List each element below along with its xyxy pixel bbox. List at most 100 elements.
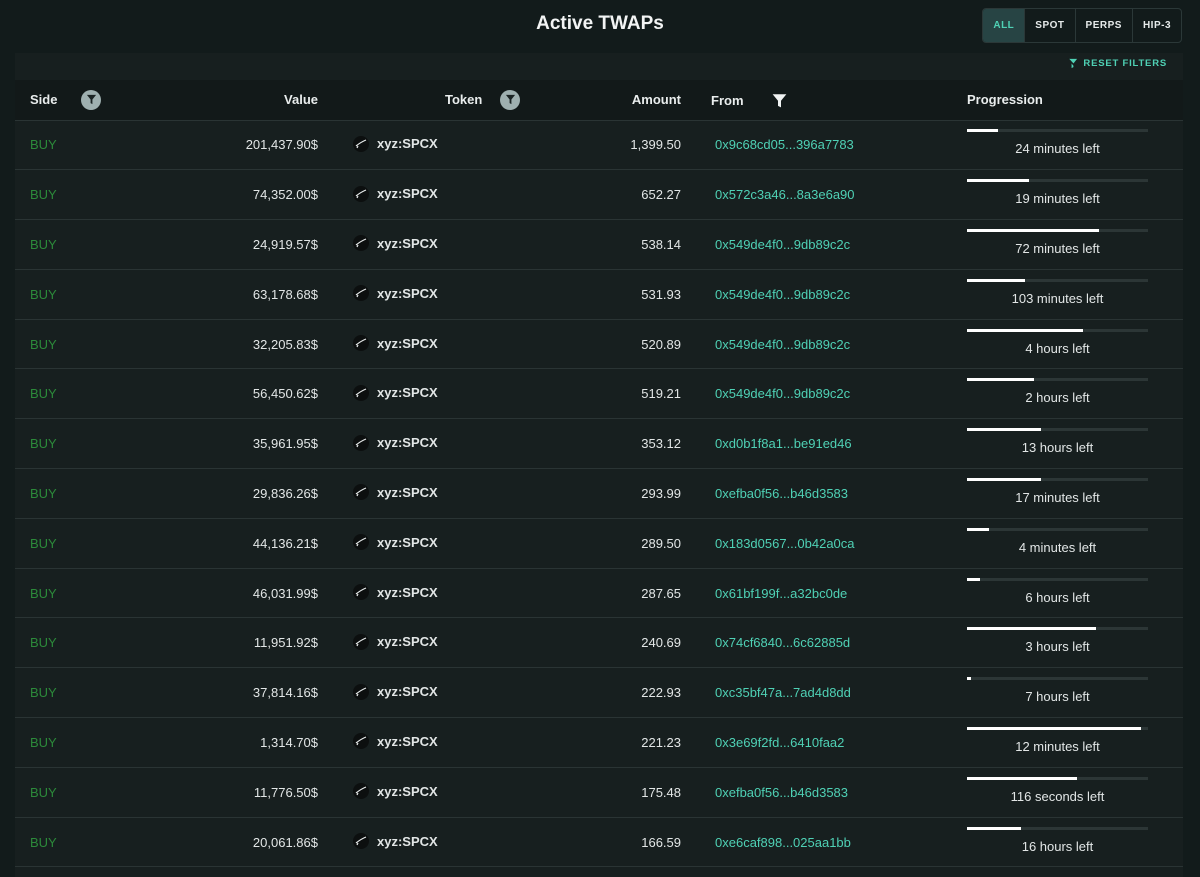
value-cell: 32,205.83$ bbox=[252, 336, 318, 352]
filter-spot-button[interactable]: SPOT bbox=[1024, 9, 1074, 42]
progress-bar bbox=[967, 477, 1148, 481]
amount-cell: 520.89 bbox=[641, 336, 681, 352]
token-cell[interactable]: xyz:SPCX bbox=[335, 469, 535, 519]
time-left-label: 116 seconds left bbox=[1010, 788, 1105, 804]
value-cell: 63,178.68$ bbox=[252, 286, 318, 302]
column-header-side-label: Side bbox=[30, 92, 58, 108]
value-cell: 35,961.95$ bbox=[252, 436, 318, 452]
token-cell[interactable]: xyz:SPCX bbox=[335, 120, 535, 170]
value-cell: 11,951.92$ bbox=[253, 635, 318, 651]
table-row: BUY 11,776.50$ xyz:SPCX 175.48 0xefba0f5… bbox=[15, 767, 1183, 818]
side-cell: BUY bbox=[30, 834, 57, 850]
column-header-token: Token bbox=[335, 80, 535, 121]
filter-perps-button[interactable]: PERPS bbox=[1074, 9, 1132, 42]
from-address-link[interactable]: 0x549de4f0...9db89c2c bbox=[681, 319, 967, 369]
token-cell[interactable]: xyz:SPCX bbox=[335, 518, 535, 568]
token-cell[interactable]: xyz:SPCX bbox=[335, 419, 535, 469]
side-cell: BUY bbox=[30, 386, 57, 402]
token-cell[interactable]: xyz:SPCX bbox=[335, 817, 535, 867]
progress-bar bbox=[967, 179, 1148, 183]
token-logo-icon bbox=[353, 534, 369, 551]
from-address-link[interactable]: 0x549de4f0...9db89c2c bbox=[681, 220, 967, 270]
column-header-progression: Progression bbox=[967, 80, 1183, 121]
progress-bar-fill bbox=[967, 577, 980, 581]
from-address-link[interactable]: 0xe6caf898...025aa1bb bbox=[681, 817, 967, 867]
token-symbol: xyz:SPCX bbox=[377, 733, 438, 749]
token-cell[interactable]: xyz:SPCX bbox=[335, 369, 535, 419]
progress-bar bbox=[967, 726, 1148, 730]
from-address-link[interactable]: 0xefba0f56...b46d3583 bbox=[681, 767, 967, 817]
progress-bar bbox=[967, 378, 1148, 382]
token-cell[interactable]: xyz:SPCX bbox=[335, 170, 535, 220]
filter-all-button[interactable]: ALL bbox=[983, 9, 1025, 42]
table-row: BUY 44,136.21$ xyz:SPCX 289.50 0x183d056… bbox=[15, 518, 1183, 569]
column-header-from: From bbox=[681, 80, 967, 121]
reset-filters-button[interactable]: RESET FILTERS bbox=[1067, 58, 1167, 69]
token-cell[interactable]: xyz:SPCX bbox=[335, 718, 535, 768]
token-cell[interactable]: xyz:SPCX bbox=[335, 618, 535, 668]
from-address-link[interactable]: 0xd0b1f8a1...be91ed46 bbox=[681, 419, 967, 469]
token-cell[interactable]: xyz:SPCX bbox=[335, 767, 535, 817]
token-symbol: xyz:SPCX bbox=[377, 534, 438, 550]
token-cell[interactable]: xyz:SPCX bbox=[335, 568, 535, 618]
column-header-side: Side bbox=[15, 80, 135, 121]
from-address-link[interactable]: 0x61bf199f...a32bc0de bbox=[681, 568, 967, 618]
column-header-value[interactable]: Value bbox=[135, 80, 335, 121]
token-logo-icon bbox=[353, 733, 369, 750]
amount-cell: 652.27 bbox=[641, 187, 681, 203]
progression-cell: 19 minutes left bbox=[967, 170, 1183, 220]
token-logo-icon bbox=[353, 434, 369, 451]
amount-cell: 293.99 bbox=[641, 485, 681, 501]
from-address-link[interactable]: 0xefba0f56...b46d3583 bbox=[681, 469, 967, 519]
from-address-link[interactable]: 0x549de4f0...9db89c2c bbox=[681, 269, 967, 319]
from-address-link[interactable]: 0x74cf6840...6c62885d bbox=[681, 618, 967, 668]
progress-bar-fill bbox=[967, 428, 1042, 432]
progress-bar-fill bbox=[967, 677, 971, 681]
time-left-label: 24 minutes left bbox=[1015, 141, 1100, 157]
table-row: BUY 20,061.86$ xyz:SPCX 166.59 0xe6caf89… bbox=[15, 817, 1183, 867]
from-filter-icon[interactable] bbox=[772, 93, 787, 108]
progress-bar bbox=[967, 826, 1148, 830]
from-address-link[interactable]: 0xc35bf47a...7ad4d8dd bbox=[681, 668, 967, 718]
amount-cell: 175.48 bbox=[641, 784, 681, 800]
table-row: BUY 24,919.57$ xyz:SPCX 538.14 0x549de4f… bbox=[15, 220, 1183, 270]
progression-cell: 2 hours left bbox=[967, 369, 1183, 419]
amount-cell: 519.21 bbox=[641, 386, 681, 402]
token-symbol: xyz:SPCX bbox=[377, 684, 438, 700]
from-address-link[interactable]: 0x183d0567...0b42a0ca bbox=[681, 518, 967, 568]
side-cell: BUY bbox=[30, 784, 57, 800]
from-address-link[interactable]: 0x572c3a46...8a3e6a90 bbox=[681, 170, 967, 220]
side-cell: BUY bbox=[30, 635, 57, 651]
token-cell[interactable]: xyz:SPCX bbox=[335, 220, 535, 270]
from-address-link[interactable]: 0x3e69f2fd...6410faa2 bbox=[681, 718, 967, 768]
value-cell: 37,814.16$ bbox=[252, 685, 318, 701]
table-row: BUY 29,836.26$ xyz:SPCX 293.99 0xefba0f5… bbox=[15, 469, 1183, 519]
filter-off-icon bbox=[1067, 58, 1079, 69]
filter-hip3-button[interactable]: HIP-3 bbox=[1131, 9, 1181, 42]
token-cell[interactable]: xyz:SPCX bbox=[335, 668, 535, 718]
token-logo-icon bbox=[353, 335, 369, 352]
token-logo-icon bbox=[353, 783, 369, 800]
side-cell: BUY bbox=[30, 685, 57, 701]
token-filter-icon[interactable] bbox=[500, 89, 521, 110]
time-left-label: 17 minutes left bbox=[1015, 489, 1100, 505]
token-logo-icon bbox=[353, 584, 369, 601]
from-address-link[interactable]: 0x9c68cd05...396a7783 bbox=[681, 120, 967, 170]
table-row: BUY 1,314.70$ xyz:SPCX 221.23 0x3e69f2fd… bbox=[15, 718, 1183, 768]
progression-cell: 4 hours left bbox=[967, 319, 1183, 369]
from-address-link[interactable]: 0x549de4f0...9db89c2c bbox=[681, 369, 967, 419]
table-row: BUY 56,450.62$ xyz:SPCX 519.21 0x549de4f… bbox=[15, 369, 1183, 419]
value-cell: 20,061.86$ bbox=[252, 834, 318, 850]
token-cell[interactable]: xyz:SPCX bbox=[335, 269, 535, 319]
progress-bar bbox=[967, 328, 1148, 332]
progression-cell: 17 minutes left bbox=[967, 469, 1183, 519]
progress-bar-fill bbox=[967, 129, 998, 133]
column-header-amount[interactable]: Amount bbox=[535, 80, 681, 121]
token-symbol: xyz:SPCX bbox=[377, 335, 438, 351]
token-logo-icon bbox=[353, 285, 369, 302]
token-cell[interactable]: xyz:SPCX bbox=[335, 319, 535, 369]
progress-bar-fill bbox=[967, 378, 1034, 382]
progress-bar-fill bbox=[967, 328, 1083, 332]
side-filter-icon[interactable] bbox=[81, 89, 102, 110]
side-cell: BUY bbox=[30, 286, 57, 302]
